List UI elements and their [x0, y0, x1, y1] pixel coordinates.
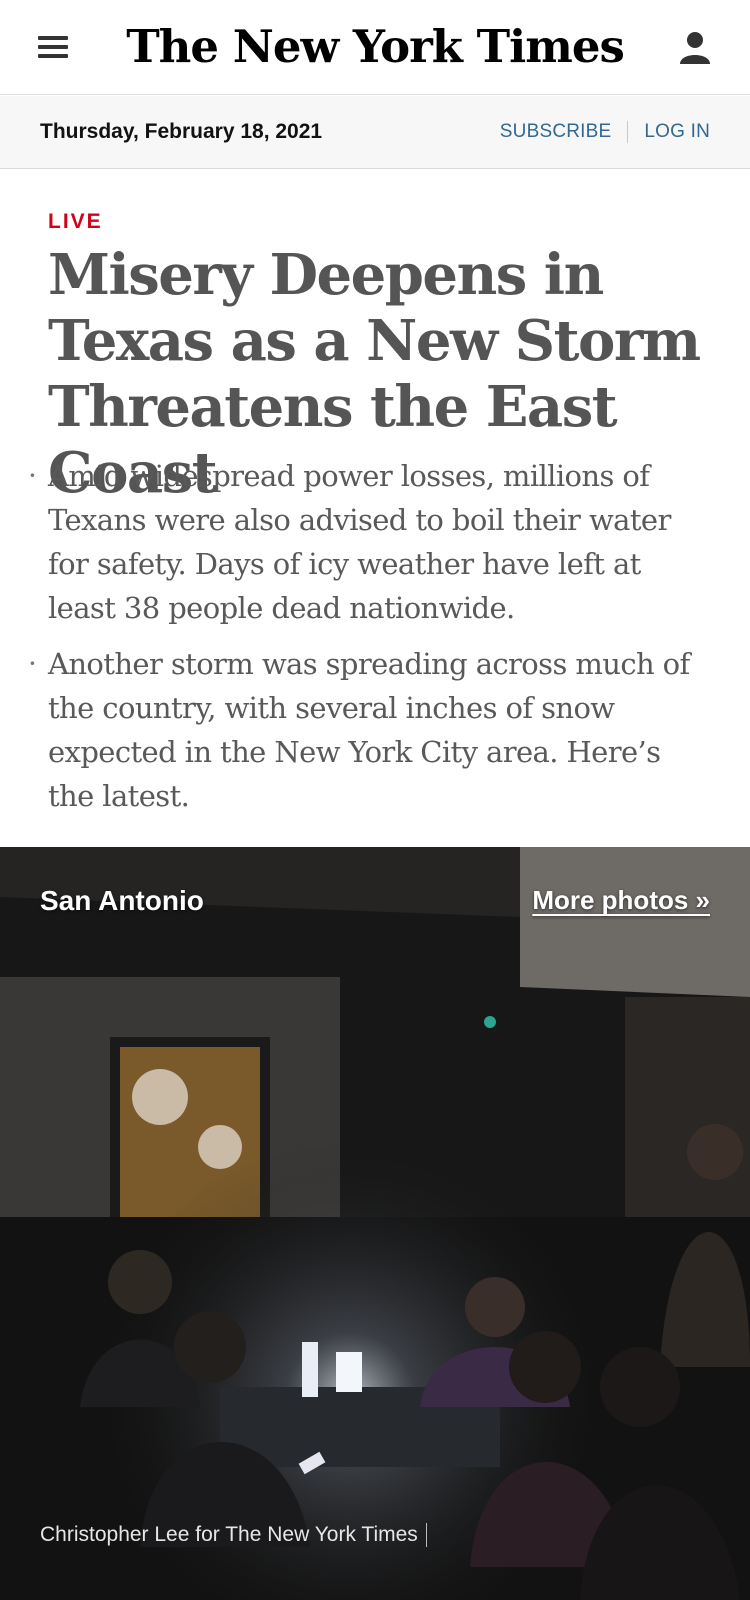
more-photos-link[interactable]: More photos » — [532, 885, 710, 916]
summary-item[interactable]: Another storm was spreading across much … — [0, 642, 750, 818]
subscribe-link[interactable]: SUBSCRIBE — [500, 121, 612, 143]
photo-location: San Antonio — [40, 885, 204, 916]
lead-photo[interactable]: San Antonio More photos » Christopher Le… — [0, 847, 750, 1600]
divider — [627, 121, 629, 143]
current-date: Thursday, February 18, 2021 — [40, 120, 323, 143]
date-bar: Thursday, February 18, 2021 SUBSCRIBE LO… — [0, 96, 750, 169]
nyt-logo[interactable]: The New York Times — [0, 20, 750, 73]
masthead: The New York Times — [0, 0, 750, 95]
live-kicker: LIVE — [48, 210, 103, 233]
user-icon[interactable] — [678, 30, 712, 66]
photo-credit: Christopher Lee for The New York Times — [40, 1523, 427, 1547]
account-links: SUBSCRIBE LOG IN — [500, 121, 710, 143]
summary-item[interactable]: Amid widespread power losses, millions o… — [0, 454, 750, 630]
summary-list: Amid widespread power losses, millions o… — [0, 454, 750, 830]
photo-image — [0, 847, 750, 1600]
login-link[interactable]: LOG IN — [644, 121, 710, 143]
